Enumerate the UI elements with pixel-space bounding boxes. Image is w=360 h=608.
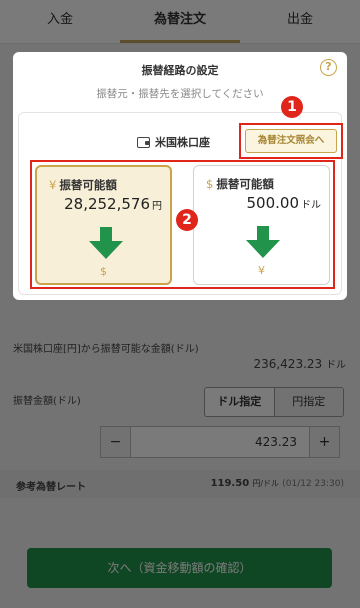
wallet-icon	[137, 136, 150, 148]
available-value: 236,423.23 ドル	[253, 356, 346, 371]
minus-button[interactable]: −	[101, 427, 131, 457]
highlight-box-1	[239, 123, 343, 159]
available-amount: 236,423.23	[253, 357, 323, 371]
transfer-route-dialog: 振替経路の設定 ? 振替元・振替先を選択してください 米国株口座 為替注文照会へ…	[13, 52, 347, 300]
account-label: 米国株口座	[155, 136, 210, 149]
rate-time: (01/12 23:30)	[282, 479, 344, 489]
badge-1: 1	[281, 96, 303, 118]
rate-value: 119.50	[210, 478, 250, 489]
available-unit: ドル	[326, 360, 346, 371]
source-box: 米国株口座 為替注文照会へ 1 ¥ 振替可能額 28,252,576 円 $ $ 振替…	[18, 96, 343, 295]
tab-deposit[interactable]: 入金	[0, 0, 120, 43]
dialog-title: 振替経路の設定	[141, 64, 219, 77]
available-label: 米国株口座[円]から振替可能な金額(ドル)	[13, 344, 199, 355]
plus-button[interactable]: +	[309, 427, 339, 457]
rate-label: 参考為替レート	[16, 482, 86, 493]
account-label-wrap: 米国株口座	[137, 134, 210, 150]
tab-fx-order[interactable]: 為替注文	[120, 0, 240, 43]
next-button[interactable]: 次へ（資金移動額の確認）	[27, 548, 332, 588]
amount-input[interactable]: 423.23	[131, 427, 309, 457]
help-icon[interactable]: ?	[320, 59, 337, 76]
mode-dollar-button[interactable]: ドル指定	[205, 388, 275, 416]
rate-unit: 円/ドル	[252, 479, 280, 488]
rate-row: 参考為替レート 119.50 円/ドル (01/12 23:30)	[0, 470, 360, 498]
mode-yen-button[interactable]: 円指定	[274, 388, 343, 416]
rate-value-wrap: 119.50 円/ドル (01/12 23:30)	[211, 478, 344, 489]
badge-2: 2	[176, 209, 198, 231]
tab-bar: 入金 為替注文 出金	[0, 0, 360, 44]
amount-label: 振替金額(ドル)	[13, 396, 81, 407]
tab-withdraw[interactable]: 出金	[240, 0, 360, 43]
amount-mode-toggle: ドル指定 円指定	[204, 387, 344, 417]
quantity-stepper: − 423.23 +	[100, 426, 340, 458]
